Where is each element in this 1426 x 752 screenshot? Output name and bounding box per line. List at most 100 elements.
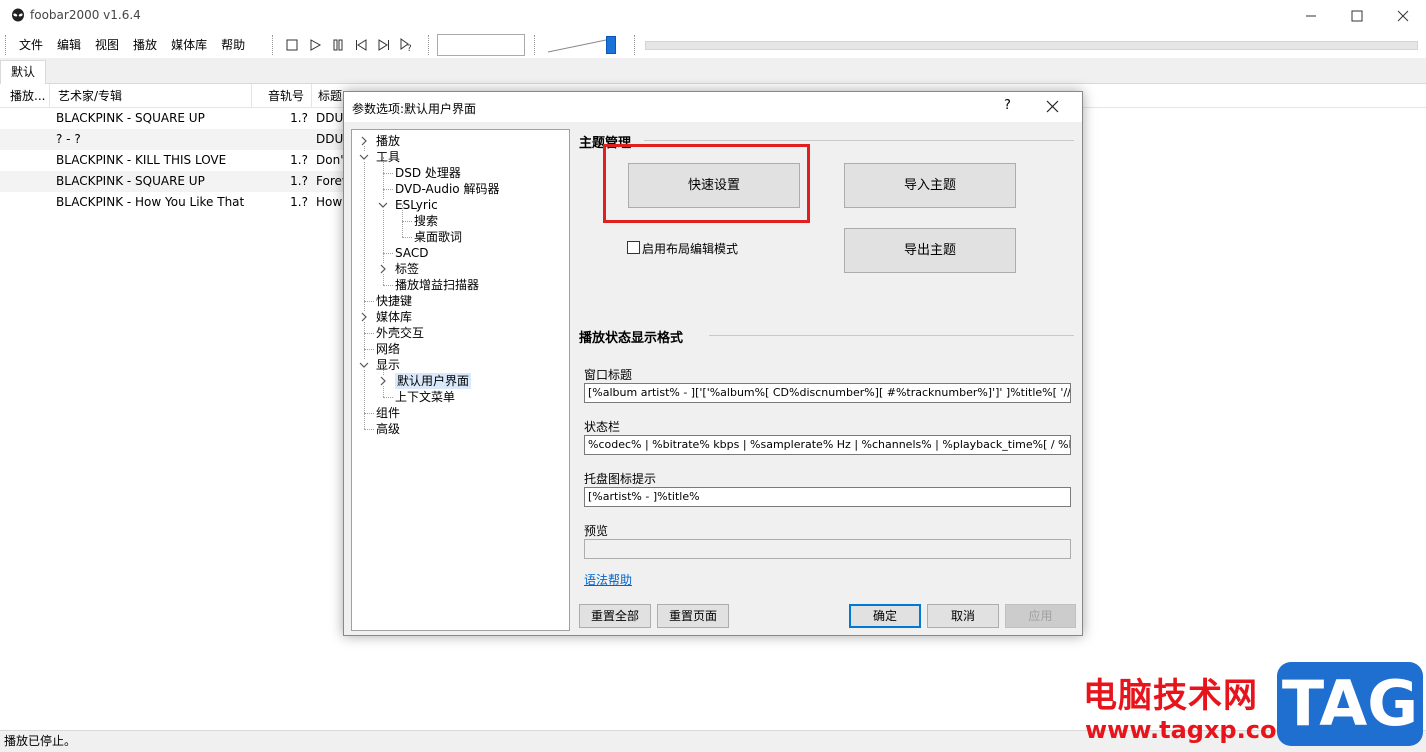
tree-connector xyxy=(383,173,393,174)
tree-item[interactable]: DSD 处理器 xyxy=(395,165,461,181)
previous-button[interactable] xyxy=(351,36,371,54)
window-title-format-input[interactable]: [%album artist% - ]['['%album%[ CD%discn… xyxy=(584,383,1071,403)
column-header-track[interactable]: 音轨号 xyxy=(262,84,312,108)
tree-item[interactable]: 组件 xyxy=(376,405,400,421)
random-button[interactable]: ? xyxy=(397,36,417,54)
volume-thumb[interactable] xyxy=(606,36,616,54)
cell-artist: BLACKPINK - SQUARE UP xyxy=(56,174,205,188)
tree-item[interactable]: SACD xyxy=(395,245,428,261)
tray-tooltip-label: 托盘图标提示 xyxy=(584,472,657,486)
tree-item[interactable]: 工具 xyxy=(376,149,400,165)
chevron-right-icon[interactable] xyxy=(359,136,369,146)
window-title: foobar2000 v1.6.4 xyxy=(30,8,141,22)
tree-connector xyxy=(383,285,393,286)
tree-item[interactable]: DVD-Audio 解码器 xyxy=(395,181,499,197)
watermark-url: www.tagxp.com xyxy=(1085,716,1302,744)
pause-button[interactable] xyxy=(328,36,348,54)
cell-track: 1.? xyxy=(290,153,308,167)
table-row[interactable]: ? - ? DDU xyxy=(0,129,345,150)
close-button[interactable] xyxy=(1380,0,1426,32)
cell-track: 1.? xyxy=(290,111,308,125)
foobar-alien-icon xyxy=(12,8,24,22)
reset-all-button[interactable]: 重置全部 xyxy=(579,604,651,628)
column-header-title[interactable]: 标题 xyxy=(312,84,346,108)
menu-item-1[interactable]: 编辑 xyxy=(50,32,88,58)
tree-item[interactable]: 网络 xyxy=(376,341,400,357)
column-header-artist-album[interactable]: 艺术家/专辑 xyxy=(52,84,252,108)
toolbar-grip[interactable] xyxy=(634,35,636,55)
tree-item[interactable]: 上下文菜单 xyxy=(395,389,455,405)
cell-artist: BLACKPINK - How You Like That xyxy=(56,195,245,209)
theme-group-divider xyxy=(644,140,1074,141)
play-button[interactable] xyxy=(305,36,325,54)
tree-item[interactable]: 快捷键 xyxy=(376,293,412,309)
tree-item[interactable]: 高级 xyxy=(376,421,400,437)
tab-default[interactable]: 默认 xyxy=(0,60,47,84)
tree-item[interactable]: 媒体库 xyxy=(376,309,412,325)
chevron-right-icon[interactable] xyxy=(378,264,388,274)
menu-item-0[interactable]: 文件 xyxy=(12,32,50,58)
table-row[interactable]: BLACKPINK - SQUARE UP 1.? DDU xyxy=(0,108,345,129)
cell-artist: ? - ? xyxy=(56,132,81,146)
minimize-button[interactable] xyxy=(1288,0,1334,32)
table-row[interactable]: BLACKPINK - KILL THIS LOVE 1.? Don' xyxy=(0,150,345,171)
tree-connector xyxy=(383,173,384,189)
seek-bar[interactable] xyxy=(645,41,1418,50)
import-theme-button[interactable]: 导入主题 xyxy=(844,163,1016,208)
tree-item[interactable]: 显示 xyxy=(376,357,400,373)
tree-item[interactable]: 标签 xyxy=(395,261,419,277)
dialog-help-button[interactable]: ? xyxy=(1004,98,1011,113)
syntax-help-link[interactable]: 语法帮助 xyxy=(584,571,632,588)
chevron-down-icon[interactable] xyxy=(359,360,369,370)
chevron-down-icon[interactable] xyxy=(378,200,388,210)
playback-order-box[interactable] xyxy=(437,34,525,56)
chevron-down-icon[interactable] xyxy=(359,152,369,162)
minimize-icon xyxy=(1306,15,1316,17)
reset-page-button[interactable]: 重置页面 xyxy=(657,604,729,628)
volume-slider[interactable] xyxy=(546,34,620,56)
next-button[interactable] xyxy=(374,36,394,54)
menu-item-2[interactable]: 视图 xyxy=(88,32,126,58)
layout-edit-checkbox[interactable] xyxy=(627,241,640,254)
column-header-playing[interactable]: 播放... xyxy=(4,84,50,108)
cell-title: DDU xyxy=(316,132,344,146)
menu-item-5[interactable]: 帮助 xyxy=(214,32,252,58)
menu-item-3[interactable]: 播放 xyxy=(126,32,164,58)
tree-connector xyxy=(364,365,365,413)
table-row[interactable]: BLACKPINK - How You Like That 1.? How xyxy=(0,192,345,213)
toolbar-grip[interactable] xyxy=(534,35,536,55)
tree-item[interactable]: 播放增益扫描器 xyxy=(395,277,479,293)
toolbar-grip[interactable] xyxy=(272,35,274,55)
stop-button[interactable] xyxy=(282,36,302,54)
statusbar-label: 状态栏 xyxy=(584,420,621,434)
table-row[interactable]: BLACKPINK - SQUARE UP 1.? Forev xyxy=(0,171,346,192)
tray-tooltip-format-input[interactable]: [%artist% - ]%title% xyxy=(584,487,1071,507)
preferences-tree[interactable]: 播放 工具 DSD 处理器 DVD-Audio 解码器 ESLyric 搜索 桌面歌词 SAC… xyxy=(351,129,570,631)
tree-connector xyxy=(364,301,374,302)
cancel-button[interactable]: 取消 xyxy=(927,604,999,628)
previous-icon xyxy=(356,39,367,51)
tree-item[interactable]: 默认用户界面 xyxy=(395,373,472,389)
tree-item[interactable]: 播放 xyxy=(376,133,400,149)
toolbar-grip[interactable] xyxy=(428,35,430,55)
pause-icon xyxy=(333,39,343,51)
tree-item[interactable]: 桌面歌词 xyxy=(414,229,462,245)
menu-bar: 文件 编辑 视图 播放 媒体库 帮助 xyxy=(12,32,252,58)
apply-button[interactable]: 应用 xyxy=(1005,604,1076,628)
ok-button[interactable]: 确定 xyxy=(849,604,921,628)
dialog-close-icon[interactable] xyxy=(1046,100,1059,113)
tree-item[interactable]: ESLyric xyxy=(395,197,438,213)
export-theme-button[interactable]: 导出主题 xyxy=(844,228,1016,273)
tree-item[interactable]: 搜索 xyxy=(414,213,438,229)
menu-item-4[interactable]: 媒体库 xyxy=(164,32,214,58)
tree-connector xyxy=(383,397,393,398)
maximize-button[interactable] xyxy=(1334,0,1380,32)
cell-track: 1.? xyxy=(290,195,308,209)
tree-connector xyxy=(402,221,412,222)
chevron-right-icon[interactable] xyxy=(378,376,388,386)
toolbar-grip[interactable] xyxy=(5,35,7,55)
statusbar-format-input[interactable]: %codec% | %bitrate% kbps | %samplerate% … xyxy=(584,435,1071,455)
tree-item[interactable]: 外壳交互 xyxy=(376,325,424,341)
chevron-right-icon[interactable] xyxy=(359,312,369,322)
cell-title: Forev xyxy=(316,174,346,188)
